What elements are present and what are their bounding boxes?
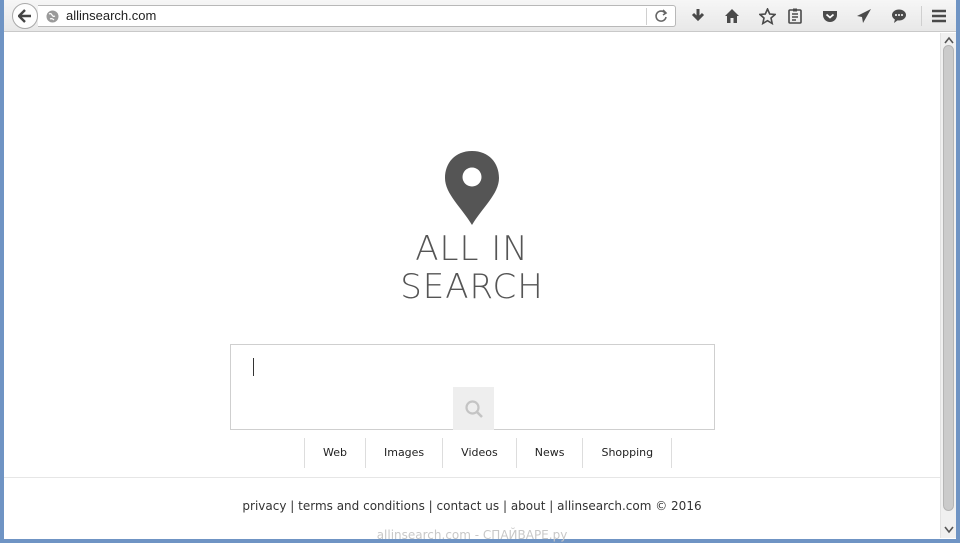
tab-web[interactable]: Web — [305, 438, 366, 468]
search-button[interactable] — [453, 387, 494, 430]
tab-news[interactable]: News — [517, 438, 584, 468]
magnifier-icon — [464, 399, 483, 418]
privacy-link[interactable]: privacy — [242, 499, 286, 513]
scroll-up-arrow-icon[interactable] — [944, 36, 954, 44]
back-button[interactable] — [12, 3, 38, 29]
chat-icon[interactable] — [889, 6, 909, 26]
back-arrow-icon — [18, 9, 31, 23]
copyright-text: allinsearch.com © 2016 — [557, 499, 702, 513]
url-text[interactable]: allinsearch.com — [66, 8, 156, 23]
footer-divider — [4, 477, 940, 478]
search-category-tabs: Web Images Videos News Shopping — [304, 438, 673, 468]
terms-link[interactable]: terms and conditions — [298, 499, 425, 513]
logo-text-line1: ALL IN — [415, 229, 529, 269]
divider — [646, 8, 647, 25]
send-icon[interactable] — [854, 6, 874, 26]
toolbar-divider — [921, 6, 922, 26]
footer-separator: | — [502, 499, 507, 513]
vertical-scrollbar[interactable] — [940, 33, 956, 538]
home-icon[interactable] — [722, 6, 742, 26]
contact-link[interactable]: contact us — [437, 499, 500, 513]
tab-videos[interactable]: Videos — [443, 438, 517, 468]
reading-list-icon[interactable] — [785, 6, 805, 26]
page-content: ALL IN SEARCH Web Images Videos News Sho… — [4, 33, 940, 542]
reload-icon[interactable] — [654, 9, 668, 23]
about-link[interactable]: about — [511, 499, 546, 513]
navigation-toolbar: allinsearch.com — [4, 0, 956, 32]
footer-separator: | — [290, 499, 295, 513]
globe-icon — [46, 10, 59, 23]
download-icon[interactable] — [688, 6, 708, 26]
pocket-icon[interactable] — [820, 6, 840, 26]
tab-shopping[interactable]: Shopping — [583, 438, 673, 468]
bookmark-star-icon[interactable] — [757, 6, 777, 26]
scroll-down-arrow-icon[interactable] — [944, 526, 954, 534]
scrollbar-thumb[interactable] — [943, 45, 954, 511]
logo-text-line2: SEARCH — [400, 267, 544, 307]
footer: privacy | terms and conditions | contact… — [4, 499, 940, 513]
watermark-text: allinsearch.com - СПАЙВАРЕ.ру — [376, 528, 568, 542]
tab-images[interactable]: Images — [366, 438, 444, 468]
hamburger-menu-icon[interactable] — [929, 6, 949, 26]
url-bar[interactable]: allinsearch.com — [38, 5, 676, 27]
text-caret — [253, 358, 254, 376]
footer-separator: | — [428, 499, 433, 513]
search-input[interactable] — [230, 344, 715, 430]
footer-separator: | — [549, 499, 554, 513]
browser-window: allinsearch.com ALL IN SEARCH Web Images… — [0, 0, 960, 543]
map-pin-icon — [445, 151, 499, 225]
